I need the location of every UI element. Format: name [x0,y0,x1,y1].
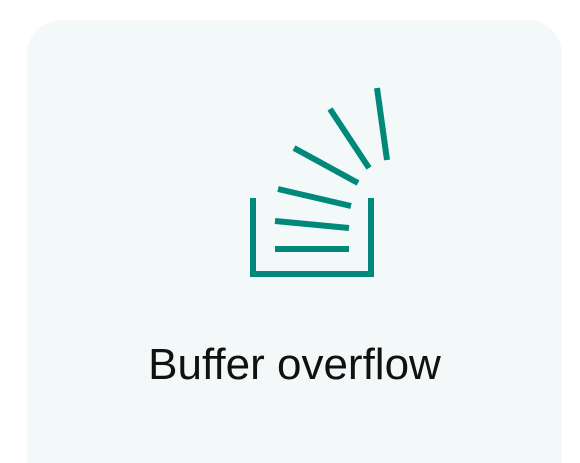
topic-card[interactable]: Buffer overflow [27,20,562,463]
card-title: Buffer overflow [148,340,441,389]
stack-overflow-icon [250,87,390,277]
